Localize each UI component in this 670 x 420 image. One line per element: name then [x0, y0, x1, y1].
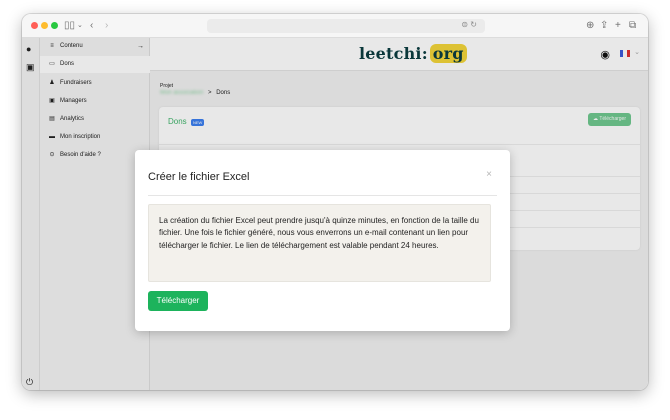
create-excel-modal: Créer le fichier Excel × La création du … — [135, 150, 510, 331]
close-icon[interactable]: × — [486, 169, 492, 180]
modal-title: Créer le fichier Excel — [148, 171, 250, 183]
tabs-overview-icon[interactable]: ⧉ — [629, 19, 636, 33]
info-message: La création du fichier Excel peut prendr… — [148, 204, 491, 282]
forward-icon[interactable]: › — [105, 19, 108, 33]
share-icon[interactable]: ⇪ — [600, 19, 608, 33]
sidebar-toggle-icon[interactable]: ▯▯ — [64, 19, 75, 33]
chevron-down-icon[interactable]: ⌄ — [77, 19, 83, 33]
modal-divider — [148, 195, 497, 196]
page-content: ● ▣ ⏻ ≡ Contenu → ▭ Dons ♟ Fundraisers ▣ Man… — [22, 38, 648, 390]
minimize-window-button[interactable] — [41, 22, 48, 29]
download-button[interactable]: Télécharger — [148, 291, 208, 311]
close-window-button[interactable] — [31, 22, 38, 29]
browser-window: ▯▯ ⌄ ‹ › ⊜ ↻ ⊕ ⇪ + ⧉ ● ▣ ⏻ ≡ Contenu → ▭ D… — [22, 14, 648, 390]
back-icon[interactable]: ‹ — [90, 19, 93, 33]
new-tab-icon[interactable]: + — [615, 19, 621, 33]
zoom-window-button[interactable] — [51, 22, 58, 29]
title-bar: ▯▯ ⌄ ‹ › ⊜ ↻ ⊕ ⇪ + ⧉ — [22, 14, 648, 38]
download-icon[interactable]: ⊕ — [586, 19, 594, 33]
address-bar[interactable]: ⊜ ↻ — [207, 19, 485, 33]
reload-icon[interactable]: ⊜ ↻ — [461, 20, 477, 29]
